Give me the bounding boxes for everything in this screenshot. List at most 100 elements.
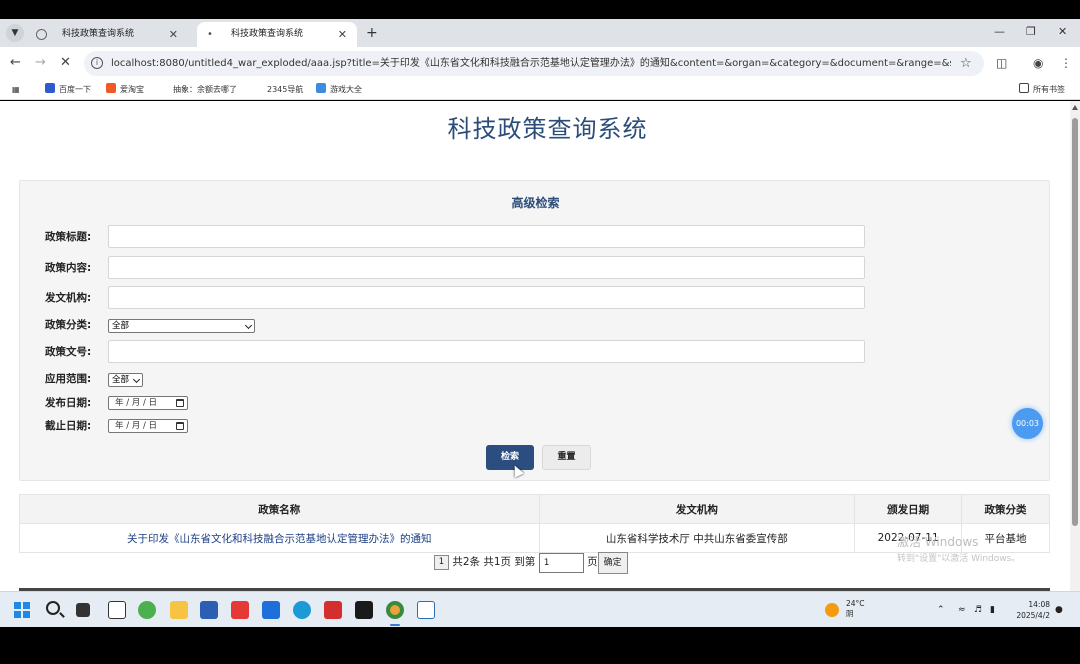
extensions-icon[interactable]: ◫ [996, 56, 1007, 70]
weather-desc: 阴 [846, 609, 854, 618]
bookmark-games[interactable]: 游戏大全 [316, 83, 362, 96]
notification-icon[interactable]: ● [1055, 604, 1063, 616]
restore-icon[interactable]: ❐ [1026, 22, 1036, 42]
end-date-label: 截止日期: [45, 420, 92, 432]
star-icon[interactable]: ☆ [960, 51, 972, 76]
title-label: 政策标题: [45, 231, 92, 243]
screen: ▼ 科技政策查询系统 ✕ • 科技政策查询系统 ✕ + — ❐ ✕ ← → ✕ … [0, 0, 1080, 664]
page-scrollbar[interactable] [1070, 101, 1080, 591]
edge-icon[interactable] [293, 601, 311, 619]
new-tab-button[interactable]: + [366, 24, 378, 42]
end-date-placeholder: 年 / 月 / 日 [115, 421, 158, 431]
results-table: 政策名称 发文机构 颁发日期 政策分类 关于印发《山东省文化和科技融合示范基地认… [19, 494, 1050, 553]
wps-icon[interactable] [231, 601, 249, 619]
wifi-icon[interactable]: ≈ [958, 604, 966, 616]
policy-organ: 山东省科学技术厅 中共山东省委宣传部 [538, 523, 856, 553]
weather-icon[interactable] [825, 603, 839, 617]
confirm-button[interactable]: 确定 [597, 552, 628, 574]
scroll-up-icon[interactable] [1072, 105, 1078, 110]
content-input[interactable] [108, 256, 865, 279]
calculator-icon[interactable] [108, 601, 126, 619]
col-header-date: 颁发日期 [854, 494, 963, 524]
weather-widget[interactable]: 24°C 阴 [846, 599, 865, 619]
table-row: 关于印发《山东省文化和科技融合示范基地认定管理办法》的通知 山东省科学技术厅 中… [19, 523, 1050, 553]
activation-watermark: 激活 Windows [897, 535, 979, 549]
tab-label: 科技政策查询系统 [231, 29, 304, 39]
close-icon[interactable]: ✕ [169, 22, 178, 47]
content-label: 政策内容: [45, 262, 92, 274]
goto-page-input[interactable]: 1 [538, 553, 584, 573]
bookmark-extra[interactable]: 抽象：余额去哪了 [173, 83, 237, 96]
wechat-icon[interactable] [138, 601, 156, 619]
window-close-icon[interactable]: ✕ [1058, 22, 1067, 42]
range-value: 全部 [112, 375, 130, 385]
start-date-input[interactable]: 年 / 月 / 日 [108, 396, 188, 410]
chrome-icon[interactable] [386, 601, 404, 619]
title-input[interactable] [108, 225, 865, 248]
search-icon[interactable] [46, 601, 60, 615]
address-bar[interactable]: i localhost:8080/untitled4_war_exploded/… [84, 51, 984, 76]
all-bookmarks[interactable]: 所有书签 [1019, 83, 1065, 96]
stop-icon[interactable]: ✕ [60, 55, 71, 71]
windows-taskbar: 24°C 阴 ⌃ ≈ ♬ ▮ 14:08 2025/4/2 ● [0, 591, 1080, 627]
file-explorer-icon[interactable] [170, 601, 188, 619]
page-title: 科技政策查询系统 [447, 115, 648, 143]
page-number-button[interactable]: 1 [434, 555, 449, 570]
organ-input[interactable] [108, 286, 865, 309]
recording-timer[interactable]: 00:03 [1012, 408, 1043, 439]
intellij-icon[interactable] [355, 601, 373, 619]
category-select[interactable]: 全部 [108, 319, 255, 333]
calendar-icon[interactable] [176, 422, 184, 430]
volume-icon[interactable]: ♬ [974, 604, 982, 616]
clock[interactable]: 14:08 2025/4/2 [1014, 599, 1050, 621]
word-icon[interactable] [200, 601, 218, 619]
chevron-up-icon[interactable]: ⌃ [937, 604, 945, 616]
url-text[interactable]: localhost:8080/untitled4_war_exploded/aa… [111, 51, 951, 76]
info-icon[interactable]: i [91, 57, 103, 69]
organ-label: 发文机构: [45, 292, 92, 304]
tab-inactive[interactable]: 科技政策查询系统 ✕ [28, 22, 188, 47]
document-input[interactable] [108, 340, 865, 363]
range-select[interactable]: 全部 [108, 373, 143, 387]
taobao-icon [106, 83, 116, 93]
reset-button[interactable]: 重置 [542, 445, 591, 470]
app-icon[interactable] [324, 601, 342, 619]
pager-suffix: 页 [587, 556, 598, 568]
end-date-input[interactable]: 年 / 月 / 日 [108, 419, 188, 433]
scrollbar-thumb[interactable] [1072, 118, 1078, 526]
clock-time: 14:08 [1028, 600, 1050, 609]
task-view-icon[interactable] [76, 603, 90, 617]
minimize-icon[interactable]: — [994, 22, 1005, 42]
back-icon[interactable]: ← [10, 55, 21, 71]
profile-icon[interactable]: ◉ [1033, 56, 1043, 70]
window-app-icon[interactable] [417, 601, 435, 619]
bookmark-2345[interactable]: 2345导航 [267, 83, 303, 96]
globe-icon [36, 29, 47, 40]
calendar-icon[interactable] [176, 399, 184, 407]
tab-active[interactable]: • 科技政策查询系统 ✕ [197, 22, 357, 47]
tab-search-button[interactable]: ▼ [6, 24, 24, 42]
battery-icon[interactable]: ▮ [990, 604, 995, 616]
apps-icon[interactable]: ▦ [12, 83, 20, 96]
panel-title: 高级检索 [511, 196, 560, 210]
start-date-label: 发布日期: [45, 397, 92, 409]
bookmark-taobao[interactable]: 爱淘宝 [106, 83, 144, 96]
col-header-organ: 发文机构 [538, 494, 856, 524]
folder-icon [1019, 83, 1029, 93]
start-date-placeholder: 年 / 月 / 日 [115, 398, 158, 408]
loading-icon: • [207, 29, 213, 40]
pager-summary: 共2条 共1页 到第 [452, 556, 536, 568]
tab-bar: ▼ 科技政策查询系统 ✕ • 科技政策查询系统 ✕ + — ❐ ✕ [0, 19, 1080, 47]
close-icon[interactable]: ✕ [338, 22, 347, 47]
menu-icon[interactable]: ⋮ [1060, 56, 1072, 70]
policy-title-link[interactable]: 关于印发《山东省文化和科技融合示范基地认定管理办法》的通知 [19, 523, 540, 553]
forward-icon[interactable]: → [35, 55, 46, 71]
bookmarks-bar: ▦ 百度一下 爱淘宝 抽象：余额去哪了 2345导航 游戏大全 所有书签 [0, 80, 1080, 100]
col-header-category: 政策分类 [961, 494, 1050, 524]
weather-temp: 24°C [846, 599, 865, 608]
activation-watermark-sub: 转到"设置"以激活 Windows。 [897, 554, 1021, 564]
todo-icon[interactable] [262, 601, 280, 619]
windows-start-icon[interactable] [14, 602, 30, 618]
range-label: 应用范围: [45, 373, 92, 385]
bookmark-baidu[interactable]: 百度一下 [45, 83, 91, 96]
